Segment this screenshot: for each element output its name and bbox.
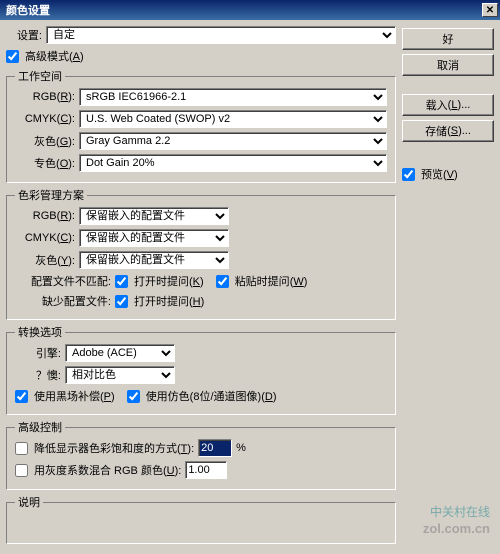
intent-label: ？懊:	[15, 367, 61, 383]
intent-select[interactable]: 相对比色	[65, 366, 175, 384]
load-button[interactable]: 载入(L)...	[402, 94, 494, 116]
workspace-legend: 工作空间	[15, 68, 65, 84]
policy-cmyk-label: CMYK(C):	[15, 232, 75, 244]
policy-rgb-select[interactable]: 保留嵌入的配置文件	[79, 207, 229, 225]
blend-checkbox[interactable]	[15, 464, 28, 477]
engine-label: 引擎:	[15, 345, 61, 361]
spot-label: 专色(O):	[15, 155, 75, 171]
policies-legend: 色彩管理方案	[15, 187, 87, 203]
advanced-mode-checkbox[interactable]	[6, 50, 19, 63]
mismatch-paste-checkbox[interactable]	[216, 275, 229, 288]
description-legend: 说明	[15, 494, 43, 510]
watermark-url: zol.com.cn	[423, 521, 490, 536]
cmyk-select[interactable]: U.S. Web Coated (SWOP) v2	[79, 110, 387, 128]
settings-select[interactable]: 自定	[46, 26, 396, 44]
mismatch-open-checkbox[interactable]	[115, 275, 128, 288]
policy-cmyk-select[interactable]: 保留嵌入的配置文件	[79, 229, 229, 247]
advanced-mode-label: 高级模式(A)	[25, 48, 84, 64]
spot-select[interactable]: Dot Gain 20%	[79, 154, 387, 172]
description-group: 说明	[6, 494, 396, 544]
policy-gray-select[interactable]: 保留嵌入的配置文件	[79, 251, 229, 269]
desat-unit: %	[236, 442, 246, 454]
preview-label: 预览(V)	[421, 166, 458, 182]
save-button[interactable]: 存储(S)...	[402, 120, 494, 142]
conversion-group: 转换选项 引擎:Adobe (ACE) ？懊:相对比色 使用黑场补偿(P) 使用…	[6, 324, 396, 415]
advanced-ctrl-legend: 高级控制	[15, 419, 65, 435]
blend-input[interactable]	[185, 461, 227, 479]
blackpoint-checkbox[interactable]	[15, 390, 28, 403]
policy-gray-label: 灰色(Y):	[15, 252, 75, 268]
cancel-button[interactable]: 取消	[402, 54, 494, 76]
gray-label: 灰色(G):	[15, 133, 75, 149]
conversion-legend: 转换选项	[15, 324, 65, 340]
title-bar: 颜色设置 ✕	[0, 0, 500, 20]
engine-select[interactable]: Adobe (ACE)	[65, 344, 175, 362]
watermark-cn: 中关村在线	[430, 503, 490, 520]
missing-open-label: 打开时提问(H)	[134, 293, 204, 309]
cmyk-label: CMYK(C):	[15, 113, 75, 125]
close-button[interactable]: ✕	[482, 3, 498, 17]
settings-label: 设置:	[6, 27, 42, 43]
dither-label: 使用仿色(8位/通道图像)(D)	[146, 388, 277, 404]
desat-input[interactable]	[198, 439, 232, 457]
gray-select[interactable]: Gray Gamma 2.2	[79, 132, 387, 150]
blend-label: 用灰度系数混合 RGB 颜色(U):	[34, 462, 181, 478]
ok-button[interactable]: 好	[402, 28, 494, 50]
desat-label: 降低显示器色彩饱和度的方式(T):	[34, 440, 194, 456]
blackpoint-label: 使用黑场补偿(P)	[34, 388, 115, 404]
missing-label: 缺少配置文件:	[15, 293, 111, 309]
window-title: 颜色设置	[6, 2, 50, 18]
missing-open-checkbox[interactable]	[115, 295, 128, 308]
mismatch-open-label: 打开时提问(K)	[134, 273, 204, 289]
policies-group: 色彩管理方案 RGB(R): 保留嵌入的配置文件 CMYK(C): 保留嵌入的配置文…	[6, 187, 396, 320]
advanced-ctrl-group: 高级控制 降低显示器色彩饱和度的方式(T): % 用灰度系数混合 RGB 颜色(…	[6, 419, 396, 490]
preview-checkbox[interactable]	[402, 168, 415, 181]
workspace-group: 工作空间 RGB(R): sRGB IEC61966-2.1 CMYK(C): U.…	[6, 68, 396, 183]
rgb-select[interactable]: sRGB IEC61966-2.1	[79, 88, 387, 106]
rgb-label: RGB(R):	[15, 91, 75, 103]
desat-checkbox[interactable]	[15, 442, 28, 455]
dither-checkbox[interactable]	[127, 390, 140, 403]
policy-rgb-label: RGB(R):	[15, 210, 75, 222]
mismatch-paste-label: 粘贴时提问(W)	[235, 273, 308, 289]
mismatch-label: 配置文件不匹配:	[15, 273, 111, 289]
